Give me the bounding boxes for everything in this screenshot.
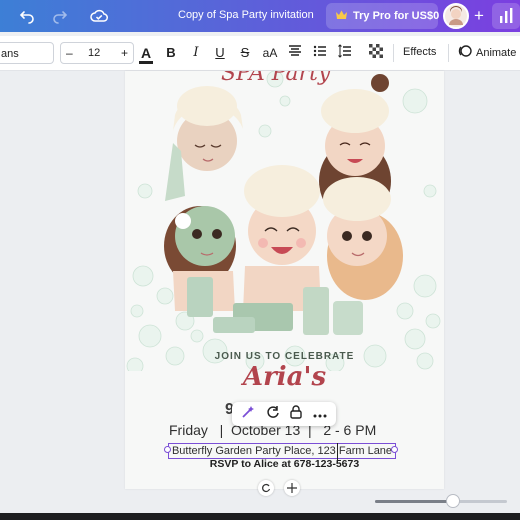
toolbar-divider: [448, 44, 449, 62]
lock-icon[interactable]: [290, 404, 302, 424]
font-family-dropdown[interactable]: ans: [0, 42, 54, 64]
rotate-icon[interactable]: [266, 405, 280, 424]
italic-button[interactable]: I: [190, 44, 202, 62]
redo-icon[interactable]: [50, 6, 70, 26]
underline-button[interactable]: U: [213, 44, 227, 62]
zoom-slider-fill: [375, 500, 453, 503]
font-size-increase-button[interactable]: +: [121, 43, 128, 63]
bulleted-list-icon[interactable]: [312, 44, 328, 62]
font-size-value[interactable]: 12: [88, 43, 100, 63]
font-size-stepper[interactable]: – 12 +: [60, 42, 134, 64]
transparency-icon[interactable]: [368, 44, 384, 62]
magic-edit-icon[interactable]: [241, 405, 255, 424]
text-cursor: [337, 443, 338, 463]
spa-girls-illustration[interactable]: [125, 71, 444, 371]
line-spacing-icon[interactable]: [337, 44, 353, 62]
animate-label: Animate: [476, 46, 517, 59]
top-bar: Copy of Spa Party invitation Try Pro for…: [0, 0, 520, 32]
celebrant-name[interactable]: Aria's: [125, 362, 444, 392]
effects-button[interactable]: Effects: [403, 46, 436, 58]
bar-chart-icon[interactable]: [492, 3, 520, 29]
zoom-slider-knob[interactable]: [445, 494, 460, 508]
more-options-icon[interactable]: [313, 405, 327, 423]
try-pro-label: Try Pro for US$0: [353, 10, 440, 22]
selection-handle-right[interactable]: [391, 446, 398, 453]
zoom-slider[interactable]: [375, 500, 507, 503]
undo-icon[interactable]: [17, 6, 37, 26]
rsvp-text[interactable]: RSVP to Alice at 678-123-5673: [125, 458, 444, 470]
try-pro-button[interactable]: Try Pro for US$0: [326, 3, 440, 29]
crown-icon: [335, 9, 348, 24]
window-bottom-edge: [0, 513, 520, 520]
plus-icon[interactable]: +: [470, 6, 488, 26]
avatar[interactable]: [443, 3, 469, 29]
selection-handle-left[interactable]: [164, 446, 171, 453]
font-size-decrease-button[interactable]: –: [66, 43, 73, 63]
bold-button[interactable]: B: [164, 44, 178, 62]
cloud-save-icon[interactable]: [89, 6, 109, 26]
text-color-button[interactable]: A: [139, 44, 153, 64]
spa-party-heading[interactable]: SPA Party: [221, 71, 330, 86]
animate-icon: [458, 44, 472, 61]
design-page[interactable]: SPA Party JOIN US TO CELEBRATE Aria's 9 …: [125, 71, 444, 489]
text-color-letter: A: [140, 45, 152, 61]
document-title[interactable]: Copy of Spa Party invitation: [178, 9, 314, 21]
text-format-toolbar: ans – 12 + A B I U S aA Effects Animate: [0, 36, 520, 71]
toolbar-divider: [393, 44, 394, 62]
animate-button[interactable]: Animate: [458, 44, 516, 61]
move-handle-icon[interactable]: [284, 480, 300, 496]
address-text-selected[interactable]: Butterfly Garden Party Place, 123 Farm L…: [168, 443, 396, 459]
letter-case-button[interactable]: aA: [261, 44, 279, 62]
align-center-icon[interactable]: [287, 44, 303, 62]
strikethrough-button[interactable]: S: [238, 44, 252, 62]
element-context-toolbar: [232, 402, 336, 426]
join-us-text[interactable]: JOIN US TO CELEBRATE: [125, 351, 444, 362]
text-color-swatch: [139, 61, 153, 64]
rotate-handle-icon[interactable]: [258, 480, 274, 496]
